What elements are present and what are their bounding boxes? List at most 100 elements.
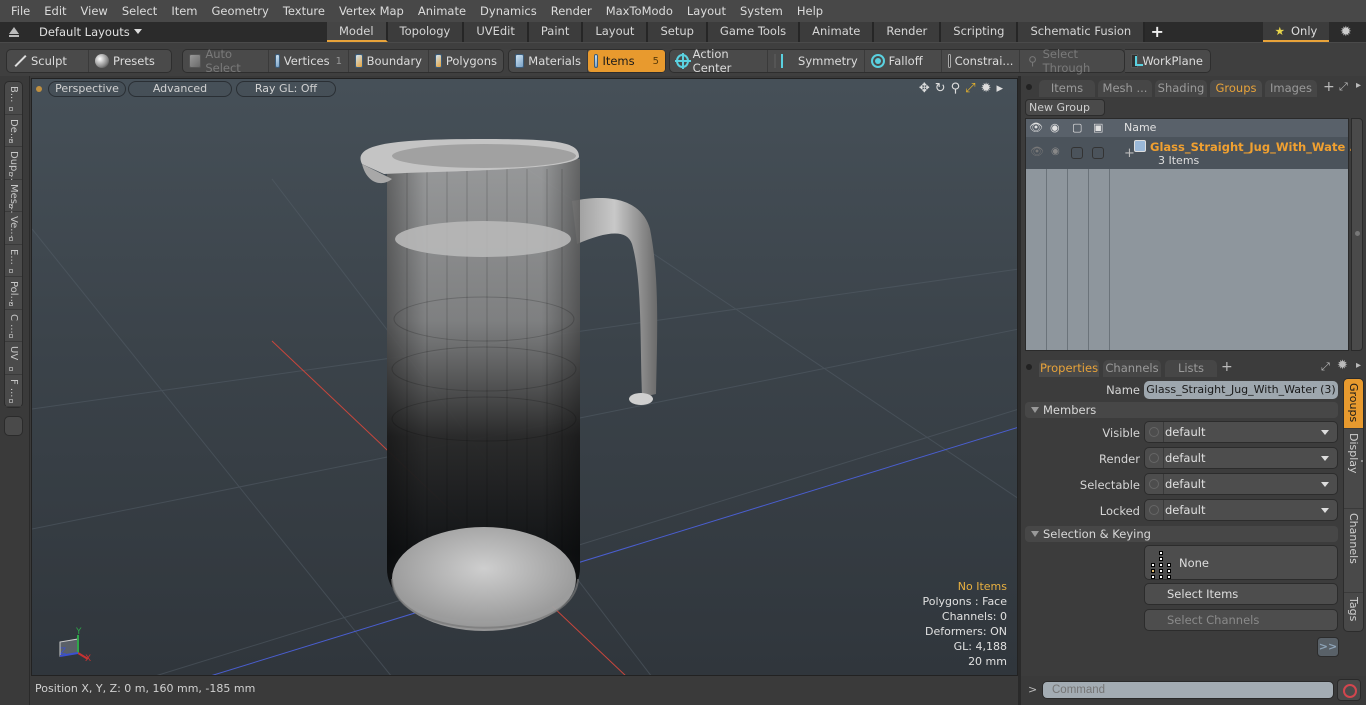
menu-geometry[interactable]: Geometry — [205, 0, 276, 22]
expand-panel-icon[interactable]: ⤢ — [1339, 80, 1348, 94]
tool-tab[interactable]: B... — [5, 82, 22, 115]
panel-menu-dot[interactable] — [1026, 364, 1032, 370]
collapse-up-icon[interactable] — [9, 27, 19, 37]
default-layouts-dropdown[interactable]: Default Layouts — [39, 22, 142, 42]
shading-dropdown[interactable]: Advanced — [128, 81, 232, 97]
menu-edit[interactable]: Edit — [37, 0, 73, 22]
group-row[interactable]: 👁 ◉ + Glass_Straight_Jug_With_Wate ... 3… — [1026, 137, 1362, 169]
add-layout-tab-button[interactable]: + — [1145, 22, 1169, 42]
layout-tab-topology[interactable]: Topology — [387, 22, 465, 42]
workplane-button[interactable]: WorkPlane — [1125, 50, 1209, 72]
layout-tab-paint[interactable]: Paint — [528, 22, 584, 42]
action-center-button[interactable]: Action Center — [670, 47, 768, 75]
menu-render[interactable]: Render — [544, 0, 599, 22]
menu-item[interactable]: Item — [164, 0, 204, 22]
panel-arrow-icon[interactable]: ▸ — [1356, 360, 1361, 371]
panel-menu-dot[interactable] — [1026, 84, 1032, 90]
symmetry-button[interactable]: Symmetry — [768, 50, 865, 72]
zoom-view-icon[interactable]: ⚲ — [951, 81, 961, 96]
materials-button[interactable]: Materials — [509, 50, 588, 72]
tool-tab[interactable]: De... — [5, 115, 22, 147]
layout-tab-layout[interactable]: Layout — [583, 22, 649, 42]
raygl-toggle[interactable]: Ray GL: Off — [236, 81, 336, 97]
tool-tab[interactable]: F ... — [5, 375, 22, 407]
tab-groups[interactable]: Groups — [1210, 80, 1262, 97]
presets-button[interactable]: Presets — [89, 50, 171, 72]
name-column-header[interactable]: Name — [1124, 119, 1156, 137]
tool-tab[interactable]: Ve... — [5, 212, 22, 245]
tool-tab[interactable]: Mes... — [5, 180, 22, 213]
render-column-icon[interactable]: ◉ — [1050, 119, 1060, 137]
select-items-button[interactable]: Select Items — [1144, 583, 1338, 605]
select-channels-button[interactable]: Select Channels — [1144, 609, 1338, 631]
side-tab-tags[interactable]: Tags — [1344, 593, 1363, 631]
tool-tab-extra[interactable] — [4, 416, 23, 436]
auto-select-button[interactable]: Auto Select — [183, 47, 269, 75]
selectable-dropdown[interactable]: default — [1144, 473, 1338, 495]
render-icon[interactable]: ◉ — [1051, 146, 1060, 157]
add-tab-icon[interactable]: + — [1221, 359, 1233, 375]
tab-shading[interactable]: Shading — [1155, 80, 1207, 97]
panel-gear-icon[interactable]: ✹ — [1337, 358, 1348, 373]
groups-scrollbar[interactable] — [1351, 118, 1363, 351]
render-dropdown[interactable]: default — [1144, 447, 1338, 469]
tab-channels[interactable]: Channels — [1103, 360, 1161, 377]
more-button[interactable]: >> — [1317, 637, 1339, 657]
rotate-view-icon[interactable]: ↻ — [935, 81, 946, 96]
record-macro-button[interactable] — [1337, 679, 1361, 701]
visible-dropdown[interactable]: default — [1144, 421, 1338, 443]
layout-tab-uvedit[interactable]: UVEdit — [464, 22, 529, 42]
menu-vertex-map[interactable]: Vertex Map — [332, 0, 411, 22]
tab-lists[interactable]: Lists — [1165, 360, 1217, 377]
viewport-gear-icon[interactable]: ✹ — [981, 81, 992, 96]
expand-panel-icon[interactable]: ⤢ — [1321, 360, 1330, 374]
viewport-indicator[interactable] — [36, 86, 42, 92]
polygons-button[interactable]: Polygons — [429, 50, 503, 72]
menu-layout[interactable]: Layout — [680, 0, 733, 22]
selection-keying-section[interactable]: Selection & Keying — [1025, 526, 1338, 542]
menu-view[interactable]: View — [74, 0, 115, 22]
vertices-button[interactable]: Vertices 1 — [269, 50, 349, 72]
tab-mesh[interactable]: Mesh ... — [1098, 80, 1152, 97]
layout-tab-animate[interactable]: Animate — [800, 22, 875, 42]
tab-properties[interactable]: Properties — [1039, 360, 1099, 377]
side-tab-group-display[interactable]: Group Display — [1344, 429, 1363, 509]
new-group-button[interactable]: New Group — [1025, 99, 1105, 116]
expand-arrow-icon[interactable]: ▸ — [996, 81, 1003, 96]
group-name-field[interactable]: Glass_Straight_Jug_With_Water (3) — [1144, 381, 1338, 399]
items-button[interactable]: Items 5 — [588, 50, 665, 72]
hierarchy-button[interactable]: None — [1144, 545, 1338, 580]
tool-tab[interactable]: C ... — [5, 310, 22, 342]
menu-system[interactable]: System — [733, 0, 790, 22]
layout-tab-model[interactable]: Model — [327, 22, 388, 42]
falloff-button[interactable]: Falloff — [865, 50, 943, 72]
locked-checkbox[interactable] — [1092, 147, 1104, 159]
tab-items[interactable]: Items — [1039, 80, 1095, 97]
command-input[interactable] — [1042, 681, 1334, 699]
menu-maxtomodo[interactable]: MaxToModo — [599, 0, 680, 22]
add-tab-icon[interactable]: + — [1323, 79, 1335, 95]
tool-tab[interactable]: UV — [5, 342, 22, 375]
menu-animate[interactable]: Animate — [411, 0, 473, 22]
menu-dynamics[interactable]: Dynamics — [473, 0, 544, 22]
lock-column-icon[interactable]: ▣ — [1093, 119, 1103, 137]
tab-images[interactable]: Images — [1265, 80, 1317, 97]
menu-help[interactable]: Help — [790, 0, 830, 22]
move-view-icon[interactable]: ✥ — [919, 81, 930, 96]
members-section[interactable]: Members — [1025, 402, 1338, 418]
menu-select[interactable]: Select — [115, 0, 164, 22]
side-tab-user-channels[interactable]: User Channels — [1344, 509, 1363, 593]
layout-tab-game-tools[interactable]: Game Tools — [707, 22, 801, 42]
selectable-checkbox[interactable] — [1071, 147, 1083, 159]
3d-viewport[interactable]: Y X Z Perspective Advanced Ray GL: Off ✥… — [31, 78, 1018, 676]
layout-tab-setup[interactable]: Setup — [648, 22, 708, 42]
visibility-column-icon[interactable]: 👁 — [1029, 119, 1043, 137]
only-tab[interactable]: ★ Only — [1263, 22, 1329, 42]
select-column-icon[interactable]: ▢ — [1072, 119, 1082, 137]
layout-tab-scripting[interactable]: Scripting — [941, 22, 1019, 42]
boundary-button[interactable]: Boundary — [349, 50, 429, 72]
layout-tab-schematic-fusion[interactable]: Schematic Fusion — [1018, 22, 1146, 42]
menu-texture[interactable]: Texture — [276, 0, 332, 22]
layout-tab-render[interactable]: Render — [874, 22, 942, 42]
tool-tab[interactable]: Dup... — [5, 147, 22, 181]
